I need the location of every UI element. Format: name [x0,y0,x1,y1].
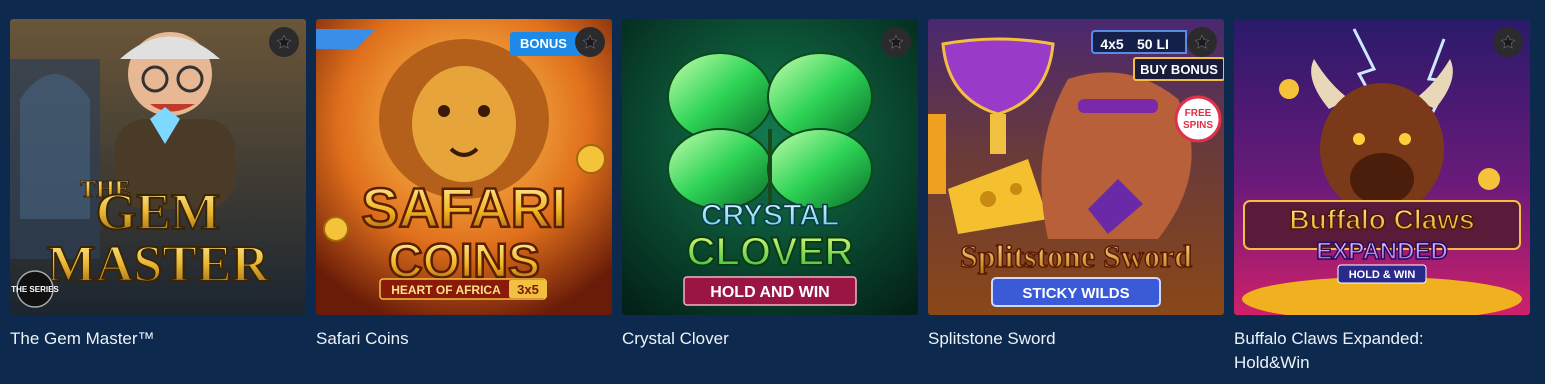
free-badge-line1: FREE [1185,108,1212,119]
logo-line2: CLOVER [687,230,854,274]
grid-badge: 4x5 [1091,30,1131,54]
star-icon [276,34,292,49]
favorite-button[interactable] [1187,27,1217,57]
logo-line1: GEM [96,184,220,241]
game-artwork: Buffalo Claws EXPANDED HOLD & WIN [1234,19,1530,315]
star-icon [1500,34,1516,49]
game-thumbnail[interactable]: FREE SPINS Splitstone Sword STICKY WILDS… [928,19,1224,315]
logo-line1: Buffalo Claws [1289,204,1474,235]
game-card[interactable]: CRYSTAL CLOVER HOLD AND WIN Crystal Clov… [622,19,918,375]
logo-line2: MASTER [47,236,271,293]
favorite-button[interactable] [881,27,911,57]
game-thumbnail[interactable]: SAFARI COINS HEART OF AFRICA 3x5 BONUS [316,19,612,315]
game-title[interactable]: The Gem Master™ [10,327,270,351]
sub-banner: HOLD & WIN [1349,269,1416,281]
sub-banner: HOLD AND WIN [710,284,829,301]
game-title[interactable]: Buffalo Claws Expanded: Hold&Win [1234,327,1494,375]
logo-line2: EXPANDED [1316,238,1448,265]
favorite-button[interactable] [1493,27,1523,57]
favorite-button[interactable] [575,27,605,57]
star-icon [1194,34,1210,49]
favorite-button[interactable] [269,27,299,57]
game-title[interactable]: Crystal Clover [622,327,882,351]
buy-bonus-badge: BUY BONUS [1133,57,1224,81]
game-card[interactable]: SAFARI COINS HEART OF AFRICA 3x5 BONUS S… [316,19,612,375]
star-icon [888,34,904,49]
game-title[interactable]: Splitstone Sword [928,327,1188,351]
game-thumbnail[interactable]: THE GEM MASTER THE SERIES [10,19,306,315]
game-artwork: CRYSTAL CLOVER HOLD AND WIN [622,19,918,315]
game-artwork: THE GEM MASTER THE SERIES [10,19,306,315]
game-title[interactable]: Safari Coins [316,327,576,351]
sub-banner: STICKY WILDS [1022,285,1129,302]
star-icon [582,34,598,49]
game-card[interactable]: Buffalo Claws EXPANDED HOLD & WIN Buffal… [1234,19,1530,375]
game-artwork: SAFARI COINS HEART OF AFRICA 3x5 [316,19,612,315]
game-thumbnail[interactable]: Buffalo Claws EXPANDED HOLD & WIN [1234,19,1530,315]
game-thumbnail[interactable]: CRYSTAL CLOVER HOLD AND WIN [622,19,918,315]
game-card[interactable]: FREE SPINS Splitstone Sword STICKY WILDS… [928,19,1224,375]
sub-banner: HEART OF AFRICA [391,283,501,297]
lines-badge: 50 LI [1131,30,1187,54]
game-card[interactable]: THE GEM MASTER THE SERIES The Gem Master… [10,19,306,375]
game-grid: THE GEM MASTER THE SERIES The Gem Master… [10,19,1530,375]
logo-line1: SAFARI [361,176,566,239]
free-badge-line2: SPINS [1183,120,1213,131]
series-badge: THE SERIES [11,285,59,294]
logo-line1: Splitstone Sword [960,238,1192,274]
sub-badge: 3x5 [517,282,539,297]
logo-line1: CRYSTAL [701,199,839,232]
bonus-badge: BONUS [510,32,582,56]
